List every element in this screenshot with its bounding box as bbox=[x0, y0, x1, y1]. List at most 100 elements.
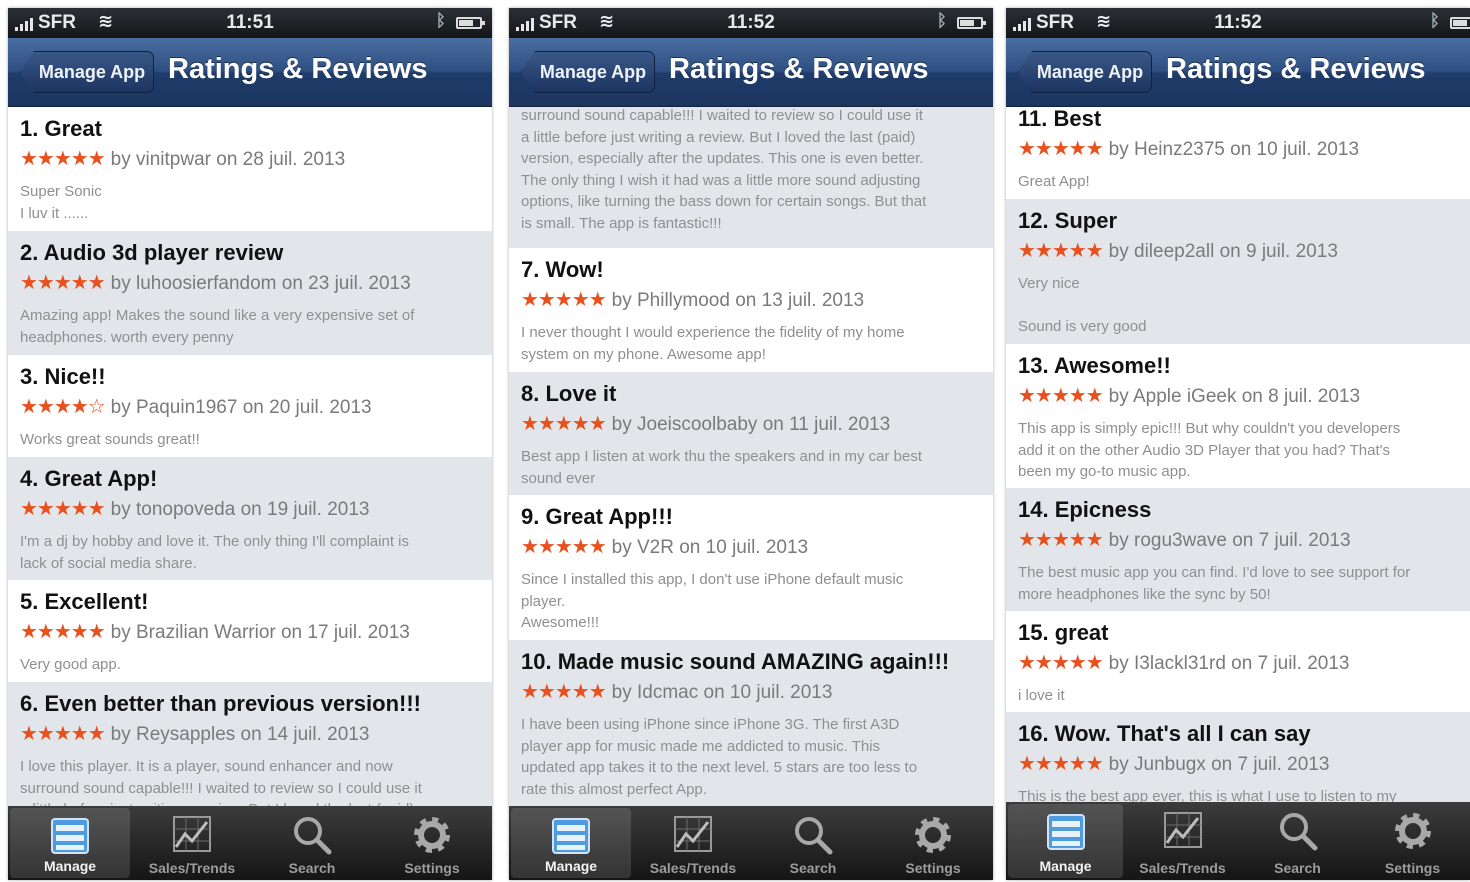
navigation-bar: Manage App Ratings & Reviews bbox=[1006, 38, 1470, 107]
chart-icon bbox=[674, 816, 712, 852]
star-rating-icon: ★★★★★ bbox=[20, 148, 106, 170]
review-author-date: by I3lackl31rd on 7 juil. 2013 bbox=[1108, 653, 1350, 674]
review-item[interactable]: 3. Nice!! ★★★★☆ by Paquin1967 on 20 juil.… bbox=[8, 355, 492, 457]
star-rating-icon: ★★★★★ bbox=[521, 289, 607, 311]
review-item[interactable]: 15. great ★★★★★ by I3lackl31rd on 7 juil.… bbox=[1006, 611, 1470, 712]
tab-label: Search bbox=[1274, 860, 1321, 876]
review-title: 15. great bbox=[1018, 620, 1109, 645]
star-rating-icon: ★★★★★ bbox=[20, 621, 106, 643]
review-item[interactable]: 9. Great App!!! ★★★★★ by V2R on 10 juil. … bbox=[509, 495, 993, 640]
review-item[interactable]: 12. Super ★★★★★ by dileep2all on 9 juil. … bbox=[1006, 199, 1470, 344]
battery-icon bbox=[456, 17, 485, 29]
search-icon bbox=[1279, 813, 1317, 851]
search-icon bbox=[795, 817, 833, 855]
tab-settings[interactable]: Settings bbox=[873, 806, 993, 880]
review-item[interactable]: 1. Great ★★★★★ by vinitpwar on 28 juil. 2… bbox=[8, 107, 492, 231]
review-title: 9. Great App!!! bbox=[521, 504, 673, 529]
tab-manage[interactable]: Manage bbox=[511, 808, 631, 878]
tab-sales-trends[interactable]: Sales/Trends bbox=[1125, 802, 1240, 880]
review-author-date: by Reysapples on 14 juil. 2013 bbox=[110, 724, 370, 745]
review-item[interactable]: 6. Even better than previous version!!! … bbox=[8, 682, 492, 806]
status-time: 11:51 bbox=[226, 12, 274, 33]
review-item[interactable]: 13. Awesome!! ★★★★★ by Apple iGeek on 8 j… bbox=[1006, 344, 1470, 488]
star-rating-icon: ★★★★★ bbox=[1018, 240, 1104, 262]
reviews-list[interactable]: 1. Great ★★★★★ by vinitpwar on 28 juil. 2… bbox=[8, 107, 492, 806]
tab-search[interactable]: Search bbox=[753, 806, 873, 880]
review-author-date: by dileep2all on 9 juil. 2013 bbox=[1108, 241, 1338, 262]
review-body: Very nice Sound is very good bbox=[1018, 275, 1147, 335]
review-title: 6. Even better than previous version!!! bbox=[20, 691, 421, 716]
battery-icon bbox=[957, 17, 986, 29]
star-rating-icon: ★★★★★ bbox=[1018, 652, 1104, 674]
phone-screen-1: SFR ≋ 11:51 ᛒ Manage App Ratings & Revie… bbox=[8, 8, 492, 880]
review-body: Works great sounds great!! bbox=[20, 431, 200, 448]
review-author-date: by rogu3wave on 7 juil. 2013 bbox=[1108, 530, 1351, 551]
manage-app-back-button[interactable]: Manage App bbox=[521, 51, 655, 93]
tab-search[interactable]: Search bbox=[252, 806, 372, 880]
review-item[interactable]: 8. Love it ★★★★★ by Joeiscoolbaby on 11 j… bbox=[509, 372, 993, 495]
tab-manage[interactable]: Manage bbox=[1008, 804, 1123, 878]
tab-label: Settings bbox=[905, 860, 961, 876]
review-author-date: by Heinz2375 on 10 juil. 2013 bbox=[1108, 139, 1360, 160]
star-rating-icon: ★★★★★ bbox=[1018, 385, 1104, 407]
review-title: 13. Awesome!! bbox=[1018, 353, 1171, 378]
gear-icon bbox=[1394, 813, 1431, 849]
review-item[interactable]: 7. Wow! ★★★★★ by Phillymood on 13 juil. 2… bbox=[509, 248, 993, 372]
review-author-date: by Joeiscoolbaby on 11 juil. 2013 bbox=[611, 414, 891, 435]
tab-sales-trends[interactable]: Sales/Trends bbox=[132, 806, 252, 880]
review-item[interactable]: 10. Made music sound AMAZING again!!! ★★… bbox=[509, 640, 993, 806]
review-item[interactable]: 14. Epicness ★★★★★ by rogu3wave on 7 juil… bbox=[1006, 488, 1470, 611]
reviews-list[interactable]: 11. Best ★★★★★ by Heinz2375 on 10 juil. 2… bbox=[1006, 107, 1470, 802]
tab-search[interactable]: Search bbox=[1240, 802, 1355, 880]
review-title: 10. Made music sound AMAZING again!!! bbox=[521, 649, 950, 674]
tab-label: Sales/Trends bbox=[649, 860, 737, 876]
battery-icon bbox=[1450, 17, 1470, 29]
review-body: Since I installed this app, I don't use … bbox=[521, 571, 904, 631]
manage-app-back-button[interactable]: Manage App bbox=[1018, 51, 1152, 93]
manage-app-back-button[interactable]: Manage App bbox=[20, 51, 154, 93]
navigation-bar: Manage App Ratings & Reviews bbox=[8, 38, 492, 107]
review-item[interactable]: surround sound capable!!! I waited to re… bbox=[509, 107, 993, 248]
star-rating-icon: ★★★★☆ bbox=[20, 396, 106, 418]
star-rating-icon: ★★★★★ bbox=[521, 536, 607, 558]
status-time: 11:52 bbox=[1214, 12, 1262, 33]
review-item[interactable]: 2. Audio 3d player review ★★★★★ by luhoos… bbox=[8, 231, 492, 355]
tab-bar: Manage Sales/Trends Search Settings bbox=[8, 806, 492, 880]
review-author-date: by Brazilian Warrior on 17 juil. 2013 bbox=[110, 622, 410, 643]
review-title: 11. Best bbox=[1018, 107, 1102, 131]
tab-manage[interactable]: Manage bbox=[10, 808, 130, 878]
manage-icon bbox=[1046, 814, 1085, 850]
review-title: 5. Excellent! bbox=[20, 589, 149, 614]
manage-icon bbox=[51, 818, 89, 854]
review-author-date: by vinitpwar on 28 juil. 2013 bbox=[110, 149, 346, 170]
review-item[interactable]: 11. Best ★★★★★ by Heinz2375 on 10 juil. 2… bbox=[1006, 107, 1470, 199]
star-rating-icon: ★★★★★ bbox=[20, 498, 106, 520]
status-bar: SFR ≋ 11:52 ᛒ bbox=[509, 8, 993, 38]
review-body: I love this player. It is a player, soun… bbox=[20, 758, 422, 806]
page-title: Ratings & Reviews bbox=[669, 53, 929, 85]
manage-icon bbox=[552, 818, 590, 854]
review-item[interactable]: 16. Wow. That's all I can say ★★★★★ by Ju… bbox=[1006, 712, 1470, 802]
navigation-bar: Manage App Ratings & Reviews bbox=[509, 38, 993, 107]
review-title: 14. Epicness bbox=[1018, 497, 1152, 522]
review-body: Great App! bbox=[1018, 173, 1090, 190]
review-body: Best app I listen at work thu the speake… bbox=[521, 448, 923, 487]
star-rating-icon: ★★★★★ bbox=[521, 413, 607, 435]
tab-settings[interactable]: Settings bbox=[1355, 802, 1470, 880]
bluetooth-icon: ᛒ bbox=[1429, 11, 1440, 30]
bluetooth-icon: ᛒ bbox=[435, 11, 446, 30]
review-item[interactable]: 4. Great App! ★★★★★ by tonopoveda on 19 j… bbox=[8, 457, 492, 580]
star-rating-icon: ★★★★★ bbox=[1018, 138, 1104, 160]
tab-label: Manage bbox=[43, 858, 97, 874]
tab-sales-trends[interactable]: Sales/Trends bbox=[633, 806, 753, 880]
review-title: 4. Great App! bbox=[20, 466, 158, 491]
status-bar: SFR ≋ 11:51 ᛒ bbox=[8, 8, 492, 38]
review-author-date: by Idcmac on 10 juil. 2013 bbox=[611, 682, 833, 703]
review-title: 3. Nice!! bbox=[20, 364, 106, 389]
review-item[interactable]: 5. Excellent! ★★★★★ by Brazilian Warrior … bbox=[8, 580, 492, 682]
tab-settings[interactable]: Settings bbox=[372, 806, 492, 880]
review-title: 16. Wow. That's all I can say bbox=[1018, 721, 1311, 746]
reviews-list[interactable]: surround sound capable!!! I waited to re… bbox=[509, 107, 993, 806]
review-author-date: by Junbugx on 7 juil. 2013 bbox=[1108, 754, 1330, 775]
tab-label: Sales/Trends bbox=[1139, 860, 1226, 876]
